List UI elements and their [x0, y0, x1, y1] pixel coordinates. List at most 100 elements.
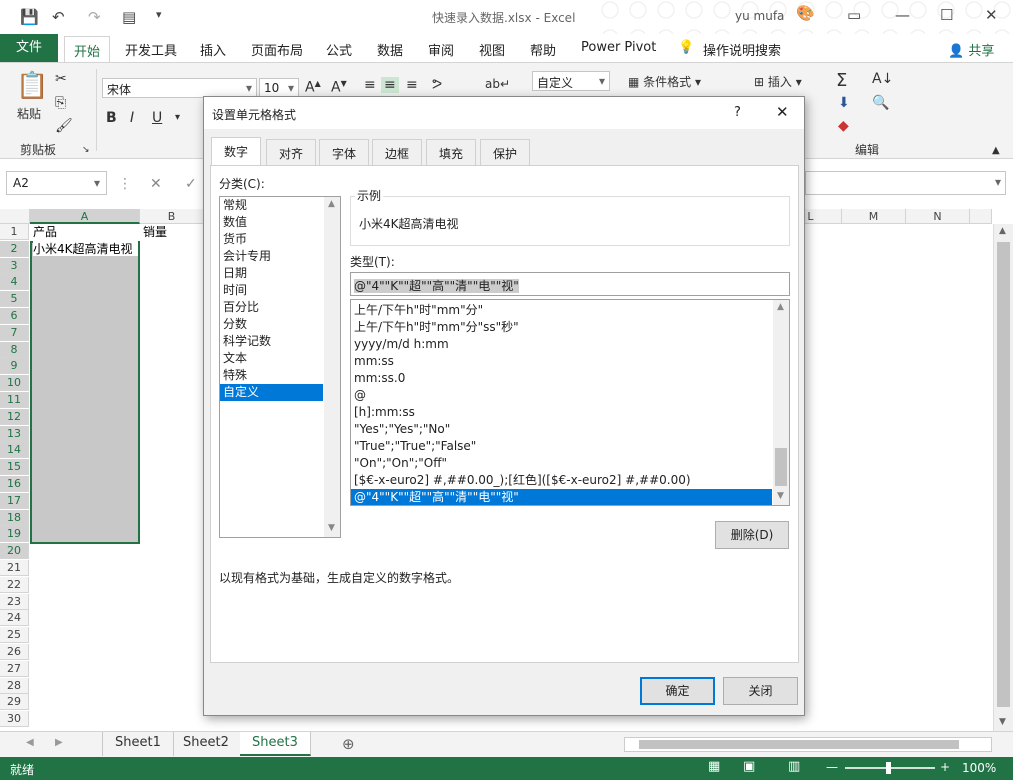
- cell-a2[interactable]: 小米4K超高清电视: [33, 241, 138, 256]
- row-header[interactable]: 2: [0, 240, 29, 257]
- row-header[interactable]: 8: [0, 341, 29, 358]
- row-header[interactable]: 6: [0, 308, 29, 324]
- delete-button[interactable]: 删除(D): [715, 521, 789, 549]
- row-header[interactable]: 25: [0, 627, 29, 644]
- type-item[interactable]: "True";"True";"False": [351, 438, 772, 455]
- zoom-slider[interactable]: [845, 762, 935, 774]
- row-header[interactable]: 16: [0, 476, 29, 492]
- insert-cells-button[interactable]: ⊞ 插入 ▾: [754, 73, 802, 90]
- redo-icon[interactable]: ↷: [88, 8, 101, 26]
- category-item[interactable]: 分数: [220, 316, 323, 333]
- row-header[interactable]: 17: [0, 492, 29, 509]
- type-item[interactable]: @: [351, 387, 772, 404]
- share-button[interactable]: 👤 共享: [948, 40, 994, 59]
- page-break-view-icon[interactable]: ▥: [788, 759, 800, 774]
- row-header[interactable]: 9: [0, 358, 29, 375]
- sheet-tab-3[interactable]: Sheet3: [240, 732, 311, 756]
- type-scroll-down-icon[interactable]: ▼: [777, 491, 784, 501]
- vertical-scrollbar[interactable]: ▲ ▼: [993, 224, 1013, 731]
- row-header[interactable]: 29: [0, 694, 29, 711]
- format-painter-icon[interactable]: 🖌: [55, 118, 73, 134]
- tab-formulas[interactable]: 公式: [326, 40, 352, 59]
- type-item[interactable]: mm:ss: [351, 353, 772, 370]
- row-header[interactable]: 10: [0, 375, 29, 392]
- dialog-tab-border[interactable]: 边框: [372, 139, 423, 165]
- copy-icon[interactable]: ⎘: [55, 95, 66, 111]
- italic-icon[interactable]: I: [130, 110, 134, 126]
- type-item[interactable]: yyyy/m/d h:mm: [351, 336, 772, 353]
- row-header[interactable]: 14: [0, 442, 29, 459]
- type-item[interactable]: [h]:mm:ss: [351, 404, 772, 421]
- dialog-tab-protection[interactable]: 保护: [480, 139, 531, 165]
- normal-view-icon[interactable]: ▦: [708, 759, 720, 774]
- undo-icon[interactable]: ↶: [52, 8, 65, 26]
- type-input[interactable]: @"4""K""超""高""清""电""视": [350, 272, 790, 296]
- dialog-help-button[interactable]: ?: [734, 105, 741, 120]
- font-name-select[interactable]: 宋体 ▾: [102, 78, 257, 98]
- row-header[interactable]: 3: [0, 257, 29, 274]
- type-item[interactable]: 上午/下午h"时"mm"分"ss"秒": [351, 319, 772, 336]
- dialog-launcher-icon[interactable]: ↘: [82, 145, 90, 155]
- paste-icon[interactable]: 📋: [16, 71, 48, 101]
- row-header[interactable]: 11: [0, 392, 29, 408]
- category-item[interactable]: 文本: [220, 350, 323, 367]
- tab-file[interactable]: 文件: [0, 34, 58, 62]
- sort-filter-icon[interactable]: A↓: [872, 71, 893, 87]
- dialog-close-icon[interactable]: ✕: [776, 103, 789, 121]
- scroll-up-icon[interactable]: ▲: [999, 226, 1006, 236]
- customize-qat-icon[interactable]: ▾: [156, 8, 162, 21]
- category-scroll-down-icon[interactable]: ▼: [328, 523, 335, 533]
- tell-me-search[interactable]: 操作说明搜索: [703, 40, 781, 59]
- row-header[interactable]: 12: [0, 408, 29, 425]
- font-size-select[interactable]: 10 ▾: [259, 78, 299, 98]
- row-header[interactable]: 21: [0, 560, 29, 576]
- conditional-format-button[interactable]: ▦ 条件格式 ▾: [628, 73, 701, 90]
- vertical-scroll-thumb[interactable]: [997, 242, 1010, 707]
- sheet-tab-2[interactable]: Sheet2: [171, 732, 242, 756]
- row-header[interactable]: 4: [0, 274, 29, 291]
- category-item[interactable]: 百分比: [220, 299, 323, 316]
- column-header-m[interactable]: M: [842, 209, 906, 224]
- category-scroll-up-icon[interactable]: ▲: [328, 199, 335, 209]
- dialog-tab-font[interactable]: 字体: [319, 139, 370, 165]
- category-item[interactable]: 常规: [220, 197, 323, 214]
- page-layout-view-icon[interactable]: ▣: [743, 759, 755, 774]
- row-header[interactable]: 5: [0, 291, 29, 308]
- type-scrollbar[interactable]: ▲ ▼: [773, 300, 789, 505]
- type-item[interactable]: "Yes";"Yes";"No": [351, 421, 772, 438]
- row-header[interactable]: 28: [0, 677, 29, 694]
- find-select-icon[interactable]: 🔍: [872, 95, 889, 111]
- row-header[interactable]: 27: [0, 660, 29, 677]
- scroll-tabs-left-icon[interactable]: ◀: [26, 737, 34, 748]
- zoom-out-icon[interactable]: —: [826, 760, 838, 774]
- category-item[interactable]: 时间: [220, 282, 323, 299]
- row-header[interactable]: 24: [0, 610, 29, 627]
- tab-page-layout[interactable]: 页面布局: [251, 40, 303, 59]
- zoom-slider-thumb[interactable]: [886, 762, 891, 774]
- type-item[interactable]: "On";"On";"Off": [351, 455, 772, 472]
- category-item[interactable]: 特殊: [220, 367, 323, 384]
- underline-icon[interactable]: U: [152, 110, 162, 126]
- cancel-entry-icon[interactable]: ✕: [150, 176, 162, 192]
- row-header[interactable]: 15: [0, 459, 29, 476]
- bold-icon[interactable]: B: [106, 110, 117, 126]
- row-header[interactable]: 1: [0, 224, 29, 240]
- type-scroll-up-icon[interactable]: ▲: [777, 302, 784, 312]
- category-item[interactable]: 数值: [220, 214, 323, 231]
- wrap-text-icon[interactable]: ab↵: [485, 77, 510, 91]
- grow-font-icon[interactable]: A▲: [305, 79, 321, 96]
- align-bottom-icon[interactable]: ≡: [406, 77, 418, 93]
- selected-range[interactable]: [30, 241, 140, 544]
- ribbon-display-icon[interactable]: ▭: [847, 6, 861, 24]
- tab-insert[interactable]: 插入: [200, 40, 226, 59]
- tab-power-pivot[interactable]: Power Pivot: [581, 40, 656, 55]
- form-icon[interactable]: ▤: [122, 8, 136, 26]
- formula-input[interactable]: ▾: [805, 171, 1006, 195]
- clear-icon[interactable]: ◆: [838, 118, 849, 134]
- tab-review[interactable]: 审阅: [428, 40, 454, 59]
- row-header[interactable]: 13: [0, 425, 29, 442]
- dialog-tab-fill[interactable]: 填充: [426, 139, 477, 165]
- type-item[interactable]: [$€-x-euro2] #,##0.00_);[红色]([$€-x-euro2…: [351, 472, 772, 489]
- sheet-tab-1[interactable]: Sheet1: [102, 732, 174, 756]
- select-all-corner[interactable]: [0, 209, 30, 224]
